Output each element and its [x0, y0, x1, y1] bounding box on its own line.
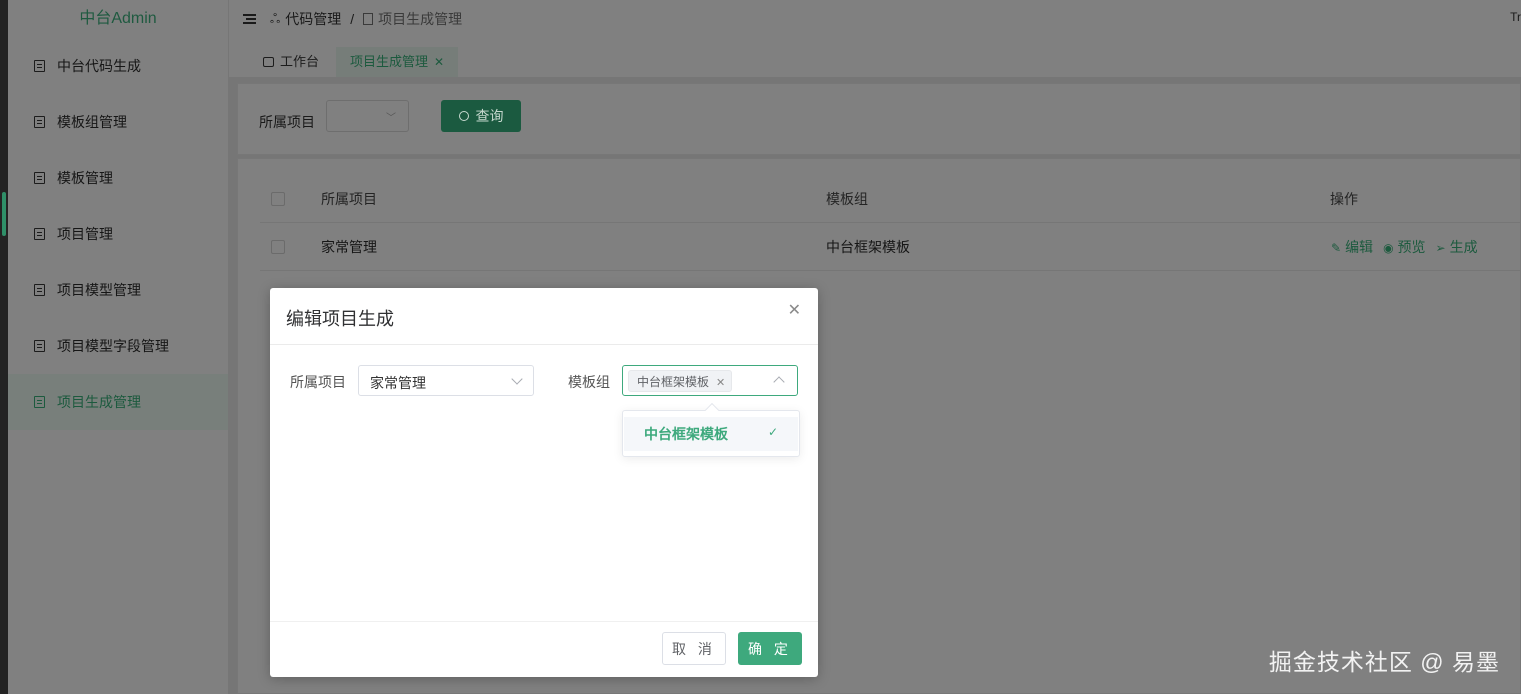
document-icon [34, 340, 45, 352]
user-menu[interactable]: Tr [1510, 10, 1521, 24]
search-form: 所属项目 ﹀ 查询 [237, 83, 1521, 155]
cancel-button[interactable]: 取 消 [662, 632, 726, 665]
sidebar-item-label: 项目模型管理 [57, 282, 141, 298]
tag-remove-icon[interactable]: ✕ [716, 377, 725, 389]
document-icon [34, 396, 45, 408]
chevron-down-icon: ﹀ [386, 113, 396, 124]
dashboard-icon [263, 57, 274, 67]
sidebar-item-project[interactable]: 项目管理 [8, 206, 228, 262]
sidebar-item-project-model[interactable]: 项目模型管理 [8, 262, 228, 318]
search-icon [458, 111, 469, 121]
search-project-label: 所属项目 [259, 114, 315, 130]
tag-label: 中台框架模板 [637, 375, 710, 389]
document-icon [34, 116, 45, 128]
column-header: 所属项目 [321, 190, 377, 207]
left-edge-strip [0, 0, 8, 694]
sidebar-item-label: 项目生成管理 [57, 394, 141, 410]
watermark: 掘金技术社区 @ 易墨 [1268, 649, 1500, 675]
document-icon [363, 13, 374, 25]
edit-label: 编辑 [1345, 238, 1374, 255]
template-group-select[interactable]: 中台框架模板 ✕ [622, 365, 798, 396]
chevron-down-icon [511, 373, 523, 385]
check-icon: ✓ [767, 425, 778, 439]
tab-workbench[interactable]: 工作台 [251, 47, 331, 77]
search-button-label: 查询 [475, 108, 504, 124]
eye-icon: ◉ [1383, 240, 1394, 255]
table-header: 所属项目 模板组 操作 [260, 175, 1520, 223]
chevron-up-icon [773, 376, 785, 388]
sidebar-item-template[interactable]: 模板管理 [8, 150, 228, 206]
template-group-field-label: 模板组 [568, 374, 610, 390]
sidebar-item-code-gen[interactable]: 中台代码生成 [8, 38, 228, 94]
sidebar-item-label: 中台代码生成 [57, 58, 141, 74]
sidebar-item-model-field[interactable]: 项目模型字段管理 [8, 318, 228, 374]
topbar: ஃ 代码管理 / 项目生成管理 Tr [229, 0, 1521, 38]
column-header: 模板组 [826, 190, 868, 207]
tab-label: 工作台 [280, 54, 320, 69]
tab-label: 项目生成管理 [350, 54, 429, 69]
project-select[interactable]: ﹀ [326, 100, 409, 132]
close-icon[interactable]: ✕ [788, 300, 801, 320]
select-all-checkbox[interactable] [271, 191, 285, 206]
column-header: 操作 [1330, 190, 1358, 207]
app-logo[interactable]: 中台Admin [8, 0, 228, 38]
dialog-footer: 取 消 确 定 [270, 621, 818, 677]
selected-tag: 中台框架模板 ✕ [628, 370, 733, 392]
generate-link[interactable]: ➢ 生成 [1436, 237, 1478, 257]
document-icon [34, 284, 45, 296]
breadcrumb-current: 项目生成管理 [378, 11, 463, 27]
cell-project: 家常管理 [321, 238, 377, 255]
dropdown-arrow [704, 402, 720, 418]
project-field-select[interactable]: 家常管理 [358, 365, 534, 396]
cell-template-group: 中台框架模板 [826, 238, 910, 255]
sidebar-item-project-gen[interactable]: 项目生成管理 [8, 374, 228, 430]
edit-dialog: 编辑项目生成 ✕ 所属项目 家常管理 模板组 中台框架模板 ✕ 中台框架模板 ✓ … [270, 288, 818, 677]
dialog-title: 编辑项目生成 [286, 309, 394, 329]
sidebar-item-label: 项目管理 [57, 226, 113, 242]
send-icon: ➢ [1435, 240, 1446, 255]
sidebar-item-label: 项目模型字段管理 [57, 338, 169, 354]
preview-label: 预览 [1397, 238, 1426, 255]
template-group-dropdown: 中台框架模板 ✓ [622, 402, 800, 457]
sidebar-item-template-group[interactable]: 模板组管理 [8, 94, 228, 150]
edge-accent [2, 192, 6, 236]
document-icon [34, 172, 45, 184]
row-checkbox[interactable] [271, 239, 285, 254]
sidebar-item-label: 模板管理 [57, 170, 113, 186]
dialog-header: 编辑项目生成 ✕ [270, 288, 818, 345]
preview-link[interactable]: ◉ 预览 [1383, 237, 1425, 257]
row-actions: ✎ 编辑 ◉ 预览 ➢ 生成 [1331, 237, 1478, 257]
confirm-button[interactable]: 确 定 [738, 632, 802, 665]
tab-project-gen[interactable]: 项目生成管理 ✕ [336, 47, 459, 77]
option-label: 中台框架模板 [644, 426, 728, 442]
breadcrumb-item[interactable]: 代码管理 [285, 9, 341, 29]
tabs-bar: 工作台 项目生成管理 ✕ [229, 38, 1521, 78]
edit-icon: ✎ [1331, 240, 1342, 255]
sidebar-item-label: 模板组管理 [57, 114, 127, 130]
close-icon[interactable]: ✕ [434, 55, 444, 69]
menu-toggle-icon[interactable] [243, 14, 256, 24]
generate-label: 生成 [1449, 238, 1478, 255]
code-icon: ஃ [270, 10, 281, 26]
dropdown-option[interactable]: 中台框架模板 ✓ [624, 417, 798, 451]
breadcrumb-separator: / [350, 11, 355, 27]
document-icon [34, 228, 45, 240]
edit-link[interactable]: ✎ 编辑 [1331, 237, 1373, 257]
project-field-value: 家常管理 [370, 375, 426, 391]
sidebar: 中台Admin 中台代码生成 模板组管理 模板管理 项目管理 项目模型管理 项目… [8, 0, 229, 694]
table-row: 家常管理 中台框架模板 ✎ 编辑 ◉ 预览 ➢ 生成 [260, 223, 1520, 271]
search-button[interactable]: 查询 [441, 100, 521, 132]
document-icon [34, 60, 45, 72]
project-field-label: 所属项目 [290, 374, 346, 390]
